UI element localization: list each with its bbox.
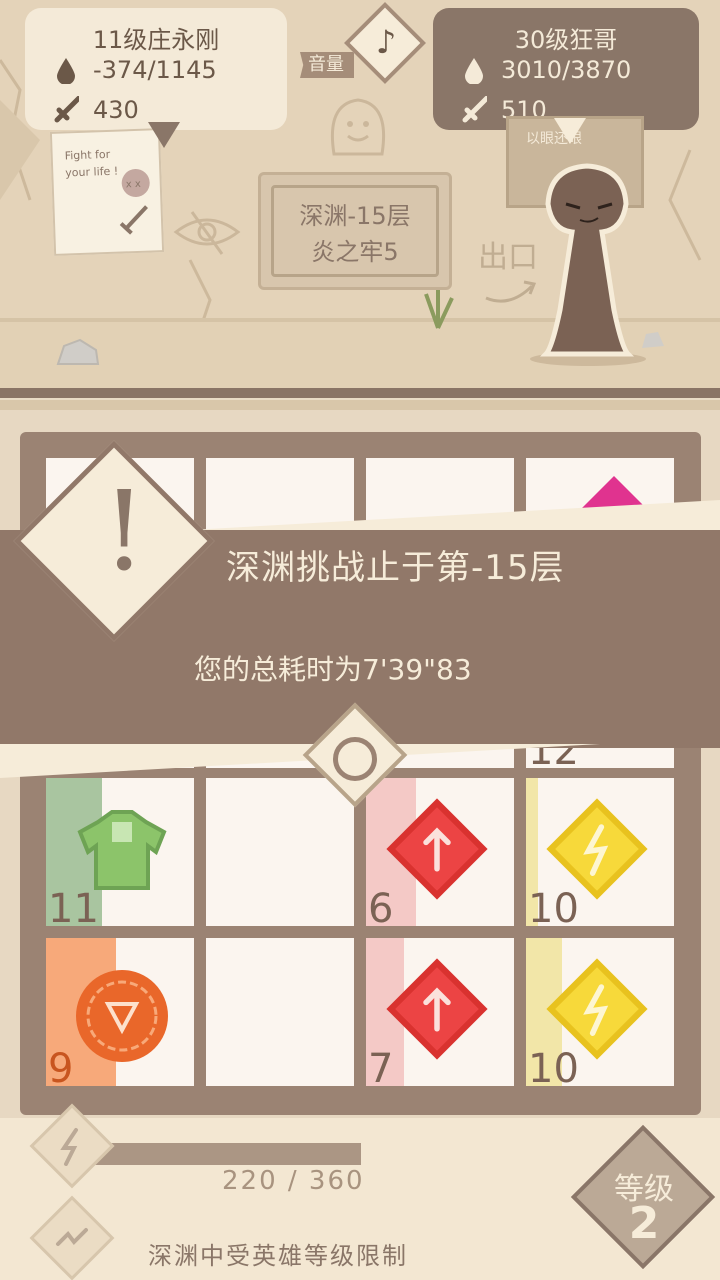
floor-sign-line1: 深渊-15层 [299,202,411,230]
energy-value: 220 / 360 [222,1166,365,1196]
player-stats-card: 11级庄永刚 -374/1145 430 [25,8,287,130]
exit-arrow-icon [485,280,537,303]
exclamation-icon: ! [102,467,147,595]
sword-icon [53,96,79,123]
cell-number: 7 [368,1046,394,1086]
level-value[interactable]: 2 [604,1198,684,1249]
board-cell[interactable]: 6 [366,778,514,926]
result-time: 您的总耗时为7'39"83 [194,653,472,686]
enemy-stats-card: 30级狂哥 3010/3870 510 [433,8,699,130]
exit-label: 出口 [478,240,538,275]
attack-gem-icon [386,798,488,900]
sword-icon [461,96,487,123]
board-cell[interactable] [206,778,354,926]
rock-icon [56,338,100,365]
enemy-pointer-icon [554,118,586,144]
skull-doodle-icon: x x [119,168,150,235]
coin-icon [76,970,168,1062]
player-attack-row: 430 [53,96,139,124]
level-limit-note: 深渊中受英雄等级限制 [148,1242,408,1270]
svg-text:x x: x x [126,179,141,191]
circle-confirm-icon[interactable] [333,737,377,781]
pin-marker-icon [148,122,180,148]
zigzag-icon [56,1228,88,1246]
battle-scene: 11级庄永刚 -374/1145 430 音量 ♪ 30级狂哥 3010/387… [0,0,720,410]
cell-number: 11 [48,886,99,926]
player-hp: -374/1145 [93,56,217,84]
player-attack: 430 [93,96,139,124]
enemy-name: 30级狂哥 [514,26,618,54]
enemy-hp: 3010/3870 [501,56,632,84]
ghost-doodle-icon [330,98,386,156]
player-name: 11级庄永刚 [92,26,220,54]
enemy-hp-row: 3010/3870 [461,56,631,84]
rock-icon [642,332,664,348]
cell-number: 6 [368,886,394,926]
blood-drop-icon [461,57,487,84]
lightning-icon [60,1128,78,1166]
result-title: 深渊挑战止于第-15层 [226,548,565,588]
attack-gem-icon [386,958,488,1060]
enemy-character[interactable] [538,160,636,360]
board-cell[interactable]: 11 [46,778,194,926]
wanted-note: Fight for your life ! x x [49,128,165,256]
blood-drop-icon [53,57,79,84]
board-cell[interactable]: 10 [526,778,674,926]
board-cell[interactable]: 7 [366,938,514,1086]
board-cell[interactable]: 9 [46,938,194,1086]
board-cell[interactable]: 10 [526,938,674,1086]
board-cell[interactable] [206,938,354,1086]
player-hp-row: -374/1145 [53,56,217,84]
floor-sign: 深渊-15层 炎之牢5 [258,172,452,290]
floor-sign-line2: 炎之牢5 [311,238,399,266]
eye-doodle-icon [173,211,241,255]
cell-number: 9 [48,1046,74,1086]
volume-label: 音量 [300,52,354,78]
music-note-icon[interactable]: ♪ [368,20,404,64]
energy-progress-bar [95,1143,361,1165]
grass-icon [424,286,454,329]
cell-number: 10 [528,1046,579,1086]
floor-edge [0,388,720,398]
cell-number: 10 [528,886,579,926]
